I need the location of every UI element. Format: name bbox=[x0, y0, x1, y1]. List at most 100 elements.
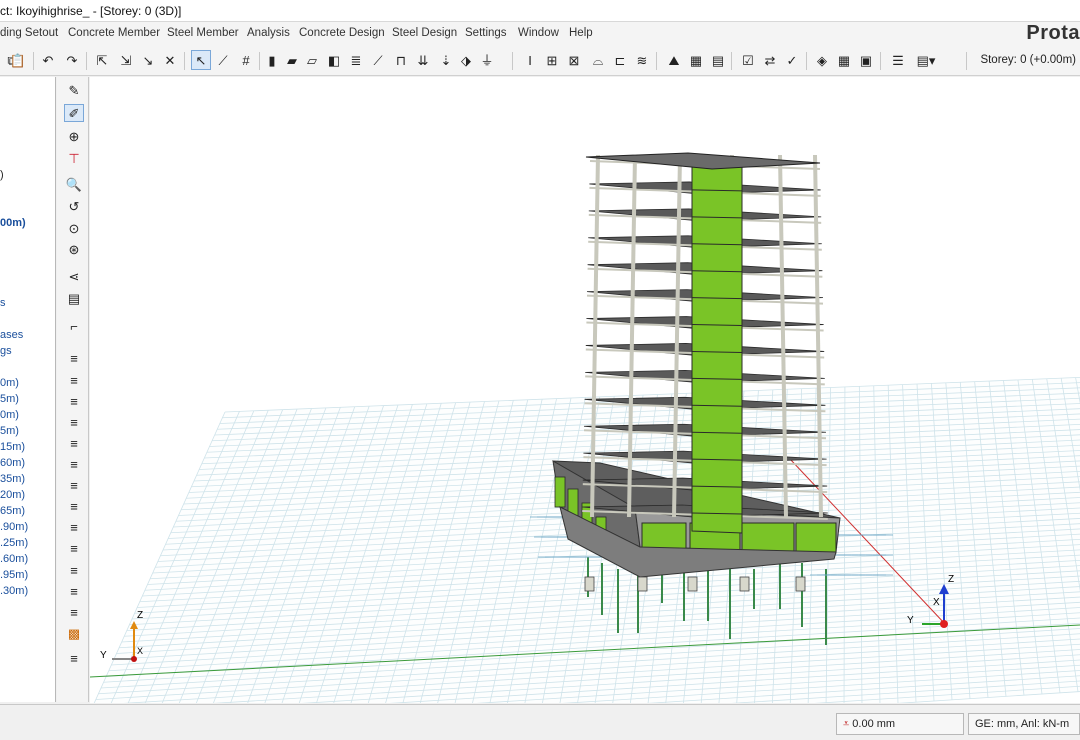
grid-axis-icon[interactable]: # bbox=[236, 50, 256, 70]
tree-item-storey-level[interactable]: 15m) bbox=[0, 441, 25, 453]
menu-building-setout[interactable]: ding Setout bbox=[0, 27, 58, 39]
tree-item-storey-level[interactable]: .95m) bbox=[0, 569, 28, 581]
toolbar-separator bbox=[512, 52, 513, 70]
menu-help[interactable]: Help bbox=[569, 27, 593, 39]
report-icon[interactable]: ☰ bbox=[888, 50, 908, 70]
units-field[interactable]: GE: mm, Anl: kN-m bbox=[968, 713, 1080, 735]
area-load-icon[interactable]: ⬗ bbox=[456, 50, 476, 70]
frame-icon[interactable]: ⊓ bbox=[391, 50, 411, 70]
menu-concrete-member[interactable]: Concrete Member bbox=[68, 27, 160, 39]
purlin-icon[interactable]: ≋ bbox=[632, 50, 652, 70]
raft-icon[interactable]: ▤ bbox=[708, 50, 728, 70]
menu-window[interactable]: Window bbox=[518, 27, 559, 39]
select-add-icon[interactable]: ⇱ bbox=[92, 50, 112, 70]
pencil-icon[interactable]: ✎ bbox=[64, 81, 84, 99]
select-filter-icon[interactable]: ↘ bbox=[138, 50, 158, 70]
joint-load-icon[interactable]: ⇣ bbox=[436, 50, 456, 70]
render-mode-icon[interactable]: ◈ bbox=[812, 50, 832, 70]
pile-group-icon[interactable]: ▦ bbox=[686, 50, 706, 70]
slab-icon[interactable]: ◧ bbox=[324, 50, 344, 70]
storey-tool-icon[interactable]: ≡ bbox=[64, 392, 84, 410]
zoom-window-icon[interactable]: ⊙ bbox=[64, 219, 84, 237]
storey-tool-icon[interactable]: ≡ bbox=[64, 649, 84, 667]
structure-3d-model[interactable]: Z X Y Z X Y bbox=[90, 77, 1080, 703]
tree-item-storey-level[interactable]: 65m) bbox=[0, 505, 25, 517]
tree-item-storey-level[interactable]: 20m) bbox=[0, 489, 25, 501]
tree-item-storey-level[interactable]: 5m) bbox=[0, 393, 19, 405]
menu-settings[interactable]: Settings bbox=[465, 27, 507, 39]
window-title: ct: Ikoyihighrise_ - [Storey: 0 (3D)] bbox=[0, 4, 182, 18]
storey-tool-icon[interactable]: ≡ bbox=[64, 476, 84, 494]
tree-item-load-cases[interactable]: ases bbox=[0, 329, 23, 341]
menu-steel-member[interactable]: Steel Member bbox=[167, 27, 239, 39]
paste-icon[interactable]: 📋 bbox=[8, 50, 28, 70]
menu-analysis[interactable]: Analysis bbox=[247, 27, 290, 39]
truss-icon[interactable]: ⌓ bbox=[588, 50, 608, 70]
select-remove-icon[interactable]: ⇲ bbox=[116, 50, 136, 70]
storey-tool-icon[interactable]: ≡ bbox=[64, 561, 84, 579]
tree-item-storey-level[interactable]: 0m) bbox=[0, 409, 19, 421]
checker-icon[interactable]: ▩ bbox=[64, 624, 84, 642]
wall-icon[interactable]: ▰ bbox=[282, 50, 302, 70]
storey-tool-icon[interactable]: ≡ bbox=[64, 539, 84, 557]
storey-tool-icon[interactable]: ≡ bbox=[64, 497, 84, 515]
check-model-icon[interactable]: ☑ bbox=[738, 50, 758, 70]
tree-item-storey-level[interactable]: 5m) bbox=[0, 425, 19, 437]
delete-icon[interactable]: ✕ bbox=[160, 50, 180, 70]
zoom-all-icon[interactable]: ⊛ bbox=[64, 240, 84, 258]
load-icon[interactable]: ⇊ bbox=[413, 50, 433, 70]
steel-column-icon[interactable]: I bbox=[520, 50, 540, 70]
measure-icon[interactable]: ⟋ bbox=[213, 50, 233, 70]
tree-item-storey-level[interactable]: .90m) bbox=[0, 521, 28, 533]
steel-brace-icon[interactable]: ⊠ bbox=[564, 50, 584, 70]
edit-icon[interactable]: ✐ bbox=[64, 104, 84, 122]
tree-item-storey-level[interactable]: 0m) bbox=[0, 377, 19, 389]
undo-icon[interactable]: ↶ bbox=[38, 50, 58, 70]
zoom-icon[interactable]: 🔍 bbox=[64, 175, 84, 193]
menu-concrete-design[interactable]: Concrete Design bbox=[299, 27, 385, 39]
transfer-icon[interactable]: ⇄ bbox=[760, 50, 780, 70]
tree-item-storey-level[interactable]: .60m) bbox=[0, 553, 28, 565]
podium-green-panel bbox=[554, 476, 566, 508]
storey-select[interactable]: Storey: 0 (+0.00m) bbox=[974, 51, 1078, 71]
tree-item-storey-level[interactable]: .25m) bbox=[0, 537, 28, 549]
tree-item-storey[interactable]: ) bbox=[0, 169, 4, 181]
support-icon[interactable]: ⏚ bbox=[477, 50, 497, 70]
storey-icon[interactable]: ⌐ bbox=[64, 317, 84, 335]
tree-item-storey-level[interactable]: 35m) bbox=[0, 473, 25, 485]
cut-icon[interactable]: ⊤ bbox=[64, 149, 84, 167]
storey-tool-icon[interactable]: ≡ bbox=[64, 371, 84, 389]
column-icon[interactable]: ▮ bbox=[262, 50, 282, 70]
tree-item-settings[interactable]: gs bbox=[0, 345, 12, 357]
brace-icon[interactable]: ⟋ bbox=[368, 50, 388, 70]
schedule-icon[interactable]: ▣ bbox=[856, 50, 876, 70]
beam-icon[interactable]: ▱ bbox=[302, 50, 322, 70]
storey-tool-icon[interactable]: ≡ bbox=[64, 455, 84, 473]
storey-tool-icon[interactable]: ≡ bbox=[64, 349, 84, 367]
globe-icon[interactable]: ⊕ bbox=[64, 127, 84, 145]
tree-item-storey-level[interactable]: .30m) bbox=[0, 585, 28, 597]
section-cut-icon[interactable]: ⋖ bbox=[64, 267, 84, 285]
storey-tool-icon[interactable]: ≡ bbox=[64, 413, 84, 431]
view-options-icon[interactable]: ▤▾ bbox=[916, 50, 936, 70]
steel-beam-icon[interactable]: ⊞ bbox=[542, 50, 562, 70]
storey-tool-icon[interactable]: ≡ bbox=[64, 603, 84, 621]
tree-item-storey-level[interactable]: 60m) bbox=[0, 457, 25, 469]
pointer-icon[interactable]: ↖ bbox=[191, 50, 211, 70]
3d-viewport[interactable]: Z X Y Z X Y bbox=[90, 77, 1080, 703]
foundation-icon[interactable]: ⛰ bbox=[664, 50, 684, 70]
storey-tool-icon[interactable]: ≡ bbox=[64, 434, 84, 452]
storey-tool-icon[interactable]: ≡ bbox=[64, 518, 84, 536]
layers-icon[interactable]: ▤ bbox=[64, 289, 84, 307]
stair-icon[interactable]: ≣ bbox=[346, 50, 366, 70]
tree-item-group[interactable]: s bbox=[0, 297, 6, 309]
table-view-icon[interactable]: ▦ bbox=[834, 50, 854, 70]
elevation-field[interactable]: ⩡ 0.00 mm bbox=[836, 713, 964, 735]
redo-icon[interactable]: ↷ bbox=[62, 50, 82, 70]
zoom-previous-icon[interactable]: ↺ bbox=[64, 197, 84, 215]
storey-tool-icon[interactable]: ≡ bbox=[64, 582, 84, 600]
connection-icon[interactable]: ⊏ bbox=[610, 50, 630, 70]
verify-icon[interactable]: ✓ bbox=[782, 50, 802, 70]
tree-item-current-storey[interactable]: 00m) bbox=[0, 217, 26, 229]
menu-steel-design[interactable]: Steel Design bbox=[392, 27, 457, 39]
